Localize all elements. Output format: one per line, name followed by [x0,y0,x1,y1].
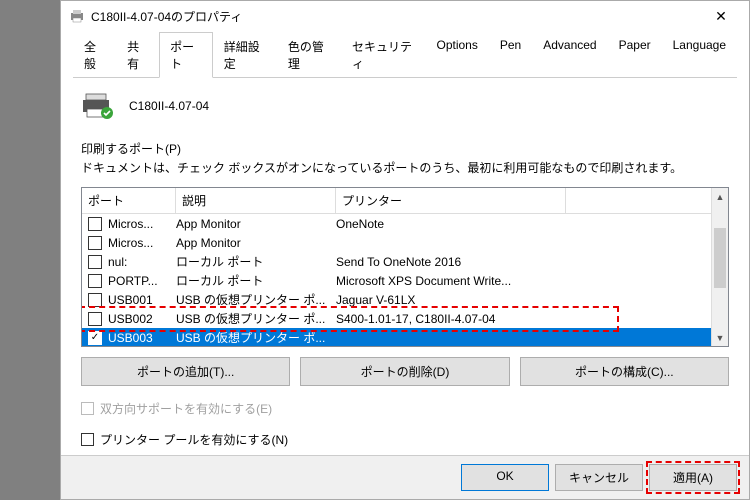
desc-cell: App Monitor [176,217,336,231]
ports-label: 印刷するポート(P) [81,140,729,157]
properties-dialog: C180II-4.07-04のプロパティ ✕ 全般共有ポート詳細設定色の管理セキ… [60,0,750,500]
add-port-button[interactable]: ポートの追加(T)... [81,357,290,386]
scroll-down-icon[interactable]: ▼ [712,329,728,346]
dialog-footer: OK キャンセル 適用(A) [61,455,749,499]
pool-checkbox[interactable] [81,433,94,446]
printer-device-icon [81,92,117,120]
desc-cell: USB の仮想プリンター ポ... [176,310,336,327]
list-body: Micros...App MonitorOneNoteMicros...App … [82,214,728,347]
port-checkbox[interactable] [88,236,102,250]
port-checkbox[interactable] [88,255,102,269]
port-checkbox[interactable]: ✓ [88,331,102,345]
desc-cell: USB の仮想プリンター ポ... [176,329,336,346]
tab-content: C180II-4.07-04 印刷するポート(P) ドキュメントは、チェック ボ… [61,78,749,456]
tab-language[interactable]: Language [662,32,737,78]
scroll-thumb[interactable] [714,228,726,288]
scrollbar[interactable]: ▲ ▼ [711,188,728,346]
tab-セキュリティ[interactable]: セキュリティ [341,32,426,78]
port-buttons-row: ポートの追加(T)... ポートの削除(D) ポートの構成(C)... [81,357,729,386]
window-title: C180II-4.07-04のプロパティ [91,8,701,25]
port-cell: Micros... [106,217,176,231]
desc-cell: ローカル ポート [176,272,336,289]
tab-paper[interactable]: Paper [608,32,662,78]
ports-description: ドキュメントは、チェック ボックスがオンになっているポートのうち、最初に利用可能… [81,159,729,177]
bidi-checkbox-row: 双方向サポートを有効にする(E) [81,400,729,417]
bidi-label: 双方向サポートを有効にする(E) [100,400,272,417]
printer-cell: OneNote [336,217,566,231]
device-header: C180II-4.07-04 [81,92,729,120]
port-row[interactable]: nul:ローカル ポートSend To OneNote 2016 [82,252,728,271]
tab-全般[interactable]: 全般 [73,32,116,78]
ports-listbox[interactable]: ポート 説明 プリンター Micros...App MonitorOneNote… [81,187,729,347]
pool-label: プリンター プールを有効にする(N) [100,431,288,448]
bidi-checkbox [81,402,94,415]
port-row[interactable]: USB001USB の仮想プリンター ポ...Jaguar V-61LX [82,290,728,309]
apply-button[interactable]: 適用(A) [649,464,737,491]
tab-共有[interactable]: 共有 [116,32,159,78]
port-cell: USB001 [106,293,176,307]
configure-port-button[interactable]: ポートの構成(C)... [520,357,729,386]
tab-advanced[interactable]: Advanced [532,32,607,78]
port-cell: USB002 [106,312,176,326]
tab-pen[interactable]: Pen [489,32,532,78]
desc-cell: USB の仮想プリンター ポ... [176,291,336,308]
tab-ポート[interactable]: ポート [159,32,213,78]
delete-port-button[interactable]: ポートの削除(D) [300,357,509,386]
desc-cell: App Monitor [176,236,336,250]
close-button[interactable]: ✕ [701,2,741,30]
port-cell: Micros... [106,236,176,250]
tab-詳細設定[interactable]: 詳細設定 [213,32,277,78]
col-header-printer[interactable]: プリンター [336,188,566,213]
printer-cell: Send To OneNote 2016 [336,255,566,269]
pool-checkbox-row[interactable]: プリンター プールを有効にする(N) [81,431,729,448]
port-checkbox[interactable] [88,217,102,231]
port-checkbox[interactable] [88,274,102,288]
ok-button[interactable]: OK [461,464,549,491]
printer-cell: S400-1.01-17, C180II-4.07-04 [336,312,566,326]
tab-options[interactable]: Options [426,32,489,78]
port-row[interactable]: Micros...App MonitorOneNote [82,214,728,233]
scroll-up-icon[interactable]: ▲ [712,188,728,205]
printer-cell: Microsoft XPS Document Write... [336,274,566,288]
port-checkbox[interactable] [88,312,102,326]
port-row[interactable]: USB002USB の仮想プリンター ポ...S400-1.01-17, C18… [82,309,728,328]
printer-titlebar-icon [69,8,85,24]
port-cell: nul: [106,255,176,269]
port-row[interactable]: PORTP...ローカル ポートMicrosoft XPS Document W… [82,271,728,290]
tab-strip: 全般共有ポート詳細設定色の管理セキュリティOptionsPenAdvancedP… [73,31,737,78]
port-cell: USB003 [106,331,176,345]
tab-色の管理[interactable]: 色の管理 [277,32,341,78]
port-checkbox[interactable] [88,293,102,307]
col-header-desc[interactable]: 説明 [176,188,336,213]
device-name: C180II-4.07-04 [129,99,209,113]
port-row[interactable]: ✓ USB003USB の仮想プリンター ポ... [82,328,728,347]
titlebar: C180II-4.07-04のプロパティ ✕ [61,1,749,31]
col-header-port[interactable]: ポート [82,188,176,213]
port-row[interactable]: Micros...App Monitor [82,233,728,252]
desc-cell: ローカル ポート [176,253,336,270]
printer-cell: Jaguar V-61LX [336,293,566,307]
list-header: ポート 説明 プリンター [82,188,728,214]
cancel-button[interactable]: キャンセル [555,464,643,491]
port-cell: PORTP... [106,274,176,288]
